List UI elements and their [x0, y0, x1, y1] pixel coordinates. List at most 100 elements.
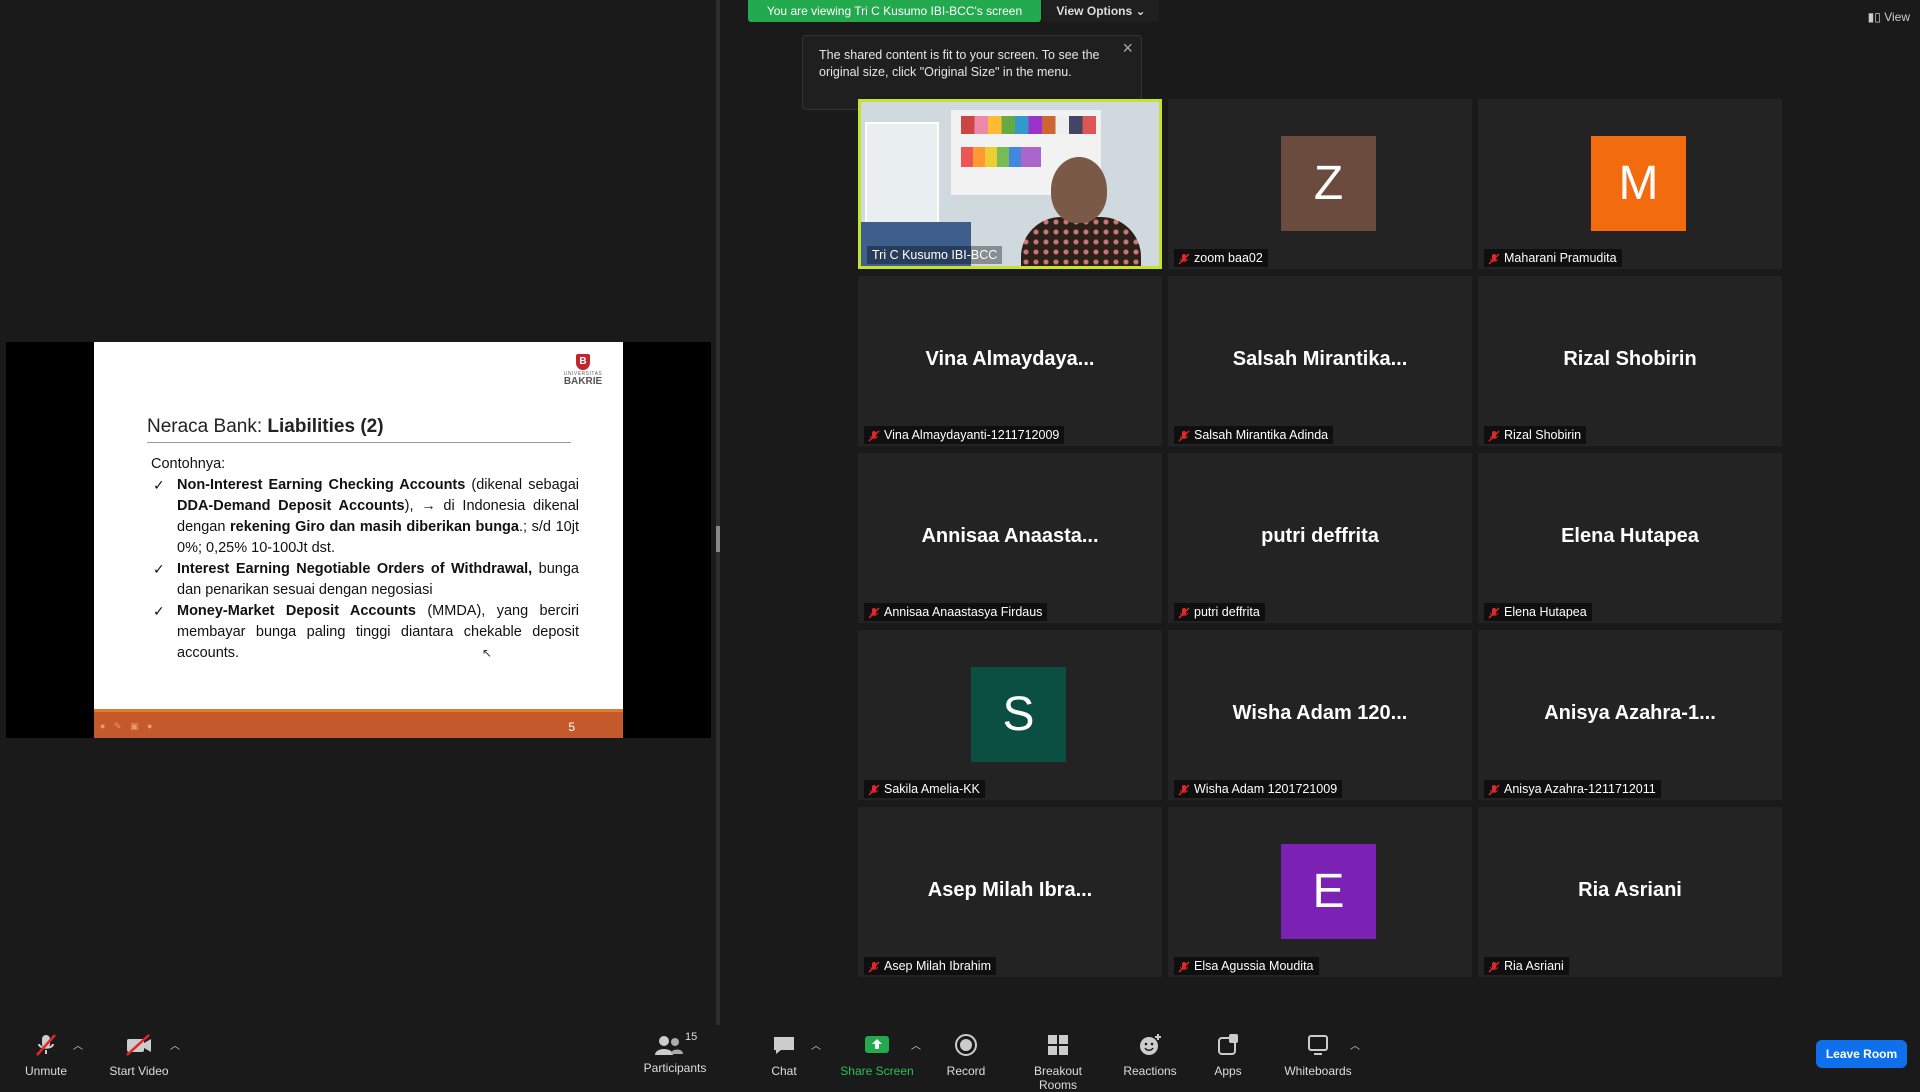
- whiteboards-options-caret[interactable]: ︿: [1350, 1037, 1360, 1052]
- avatar: E: [1281, 844, 1376, 939]
- presentation-slide: B UNIVERSITAS BAKRIE Neraca Bank: Liabil…: [94, 342, 623, 738]
- slide-footer: ● ✎ ▣ ● 5: [94, 709, 623, 738]
- participant-display-name: Elena Hutapea: [1561, 525, 1699, 547]
- participant-tile[interactable]: Asep Milah Ibra... Asep Milah Ibrahim: [858, 807, 1162, 977]
- chat-options-caret[interactable]: ︿: [811, 1037, 821, 1052]
- muted-mic-icon: [1488, 252, 1500, 265]
- apps-icon: [1218, 1034, 1238, 1055]
- reactions-label: Reactions: [1123, 1064, 1177, 1078]
- share-options-caret[interactable]: ︿: [911, 1037, 921, 1052]
- unmute-button[interactable]: Unmute: [20, 1033, 72, 1078]
- logo-brand-text: BAKRIE: [563, 376, 603, 387]
- bullet-1-bold-3: rekening Giro dan masih diberikan bunga: [230, 519, 519, 535]
- muted-mic-icon: [1488, 960, 1500, 973]
- participant-tile[interactable]: M Maharani Pramudita: [1478, 99, 1782, 269]
- participant-tile[interactable]: Ria Asriani Ria Asriani: [1478, 807, 1782, 977]
- participants-icon: 15: [655, 1031, 697, 1057]
- participant-name: zoom baa02: [1194, 251, 1263, 265]
- tooltip-text: The shared content is fit to your screen…: [819, 48, 1100, 79]
- participant-tile[interactable]: Rizal Shobirin Rizal Shobirin: [1478, 276, 1782, 446]
- start-video-button[interactable]: Start Video: [104, 1033, 174, 1078]
- participant-tile[interactable]: Vina Almaydaya... Vina Almaydayanti-12117…: [858, 276, 1162, 446]
- slide-title-prefix: Neraca Bank:: [147, 416, 268, 437]
- participant-tile[interactable]: Zzoom baa02: [1168, 99, 1472, 269]
- apps-button[interactable]: Apps: [1210, 1033, 1246, 1078]
- whiteboards-label: Whiteboards: [1284, 1064, 1352, 1078]
- participant-display-name: Anisya Azahra-1...: [1544, 702, 1716, 724]
- reactions-icon: [1140, 1034, 1161, 1055]
- participant-name-label: Elena Hutapea: [1484, 603, 1592, 621]
- participant-display-name: Annisaa Anaasta...: [921, 525, 1099, 547]
- participant-name-label: Wisha Adam 1201721009: [1174, 780, 1343, 798]
- close-icon[interactable]: ×: [1122, 39, 1133, 57]
- avatar: M: [1591, 136, 1686, 231]
- view-options-button[interactable]: View Options ⌄: [1043, 0, 1159, 22]
- participant-name-label: Vina Almaydayanti-1211712009: [864, 426, 1065, 444]
- participant-name: Maharani Pramudita: [1504, 251, 1617, 265]
- participant-name-label: Anisya Azahra-1211712011: [1484, 780, 1661, 798]
- muted-mic-icon: [868, 429, 880, 442]
- university-logo: B UNIVERSITAS BAKRIE: [561, 354, 605, 387]
- muted-mic-icon: [1178, 960, 1190, 973]
- bullet-1-bold-1: Non-Interest Earning Checking Accounts: [177, 477, 466, 493]
- pane-resize-handle[interactable]: [716, 526, 720, 552]
- participant-name-label: Annisaa Anaastasya Firdaus: [864, 603, 1048, 621]
- pane-divider[interactable]: [716, 0, 720, 1025]
- participant-tile[interactable]: Elena Hutapea Elena Hutapea: [1478, 453, 1782, 623]
- muted-mic-icon: [1178, 252, 1190, 265]
- muted-mic-icon: [868, 606, 880, 619]
- breakout-rooms-button[interactable]: Breakout Rooms: [1014, 1033, 1102, 1092]
- video-options-caret[interactable]: ︿: [170, 1037, 180, 1052]
- participant-display-name: Salsah Mirantika...: [1232, 348, 1408, 370]
- muted-mic-icon: [868, 783, 880, 796]
- participant-tile[interactable]: Annisaa Anaasta... Annisaa Anaastasya Fir…: [858, 453, 1162, 623]
- video-off-icon: [126, 1034, 151, 1056]
- reactions-button[interactable]: Reactions: [1122, 1033, 1178, 1078]
- record-icon: [955, 1034, 977, 1056]
- record-button[interactable]: Record: [944, 1033, 988, 1078]
- video-window: [865, 122, 939, 226]
- participant-name: Salsah Mirantika Adinda: [1194, 428, 1329, 442]
- participant-tile[interactable]: Anisya Azahra-1... Anisya Azahra-12117120…: [1478, 630, 1782, 800]
- participant-tile[interactable]: Salsah Mirantika... Salsah Mirantika Adin…: [1168, 276, 1472, 446]
- view-label: View: [1884, 10, 1910, 24]
- participant-name: Tri C Kusumo IBI-BCC: [872, 248, 998, 262]
- participant-display-name: putri deffrita: [1261, 525, 1379, 547]
- participant-name-label: Rizal Shobirin: [1484, 426, 1587, 444]
- chat-button[interactable]: Chat: [766, 1033, 802, 1078]
- check-icon: ✓: [153, 477, 165, 493]
- share-screen-button[interactable]: Share Screen: [840, 1033, 914, 1078]
- whiteboards-button[interactable]: Whiteboards: [1282, 1033, 1354, 1078]
- participant-name: Rizal Shobirin: [1504, 428, 1582, 442]
- video-books: [961, 116, 1096, 134]
- muted-mic-icon: [1488, 606, 1500, 619]
- chat-label: Chat: [771, 1064, 797, 1078]
- start-video-label: Start Video: [109, 1064, 169, 1078]
- whiteboard-icon: [1308, 1035, 1328, 1055]
- participant-tile[interactable]: S Sakila Amelia-KK: [858, 630, 1162, 800]
- participant-display-name: Asep Milah Ibra...: [927, 879, 1093, 901]
- muted-mic-icon: [1178, 429, 1190, 442]
- unmute-label: Unmute: [24, 1064, 68, 1078]
- participant-tile[interactable]: E Elsa Agussia Moudita: [1168, 807, 1472, 977]
- participant-name: Anisya Azahra-1211712011: [1504, 782, 1656, 796]
- participant-name: Vina Almaydayanti-1211712009: [884, 428, 1060, 442]
- view-button[interactable]: ▮▯ View: [1868, 10, 1910, 24]
- participants-button[interactable]: 15 Participants: [640, 1031, 710, 1075]
- muted-mic-icon: [868, 960, 880, 973]
- bullet-2-bold: Interest Earning Negotiable Orders of Wi…: [177, 561, 533, 577]
- participant-tile[interactable]: Tri C Kusumo IBI-BCC: [858, 99, 1162, 269]
- participant-name: Elena Hutapea: [1504, 605, 1587, 619]
- video-person: [1021, 217, 1141, 266]
- audio-options-caret[interactable]: ︿: [73, 1037, 83, 1052]
- slide-title: Neraca Bank: Liabilities (2): [147, 416, 384, 438]
- avatar: S: [971, 667, 1066, 762]
- record-label: Record: [946, 1064, 986, 1078]
- participant-name-label: Salsah Mirantika Adinda: [1174, 426, 1334, 444]
- breakout-rooms-label: Breakout Rooms: [1033, 1064, 1083, 1092]
- slide-title-bold: Liabilities (2): [267, 416, 384, 437]
- leave-room-button[interactable]: Leave Room: [1816, 1040, 1907, 1068]
- viewing-screen-banner: You are viewing Tri C Kusumo IBI-BCC's s…: [748, 0, 1041, 22]
- participant-tile[interactable]: Wisha Adam 120... Wisha Adam 1201721009: [1168, 630, 1472, 800]
- participant-tile[interactable]: putri deffrita putri deffrita: [1168, 453, 1472, 623]
